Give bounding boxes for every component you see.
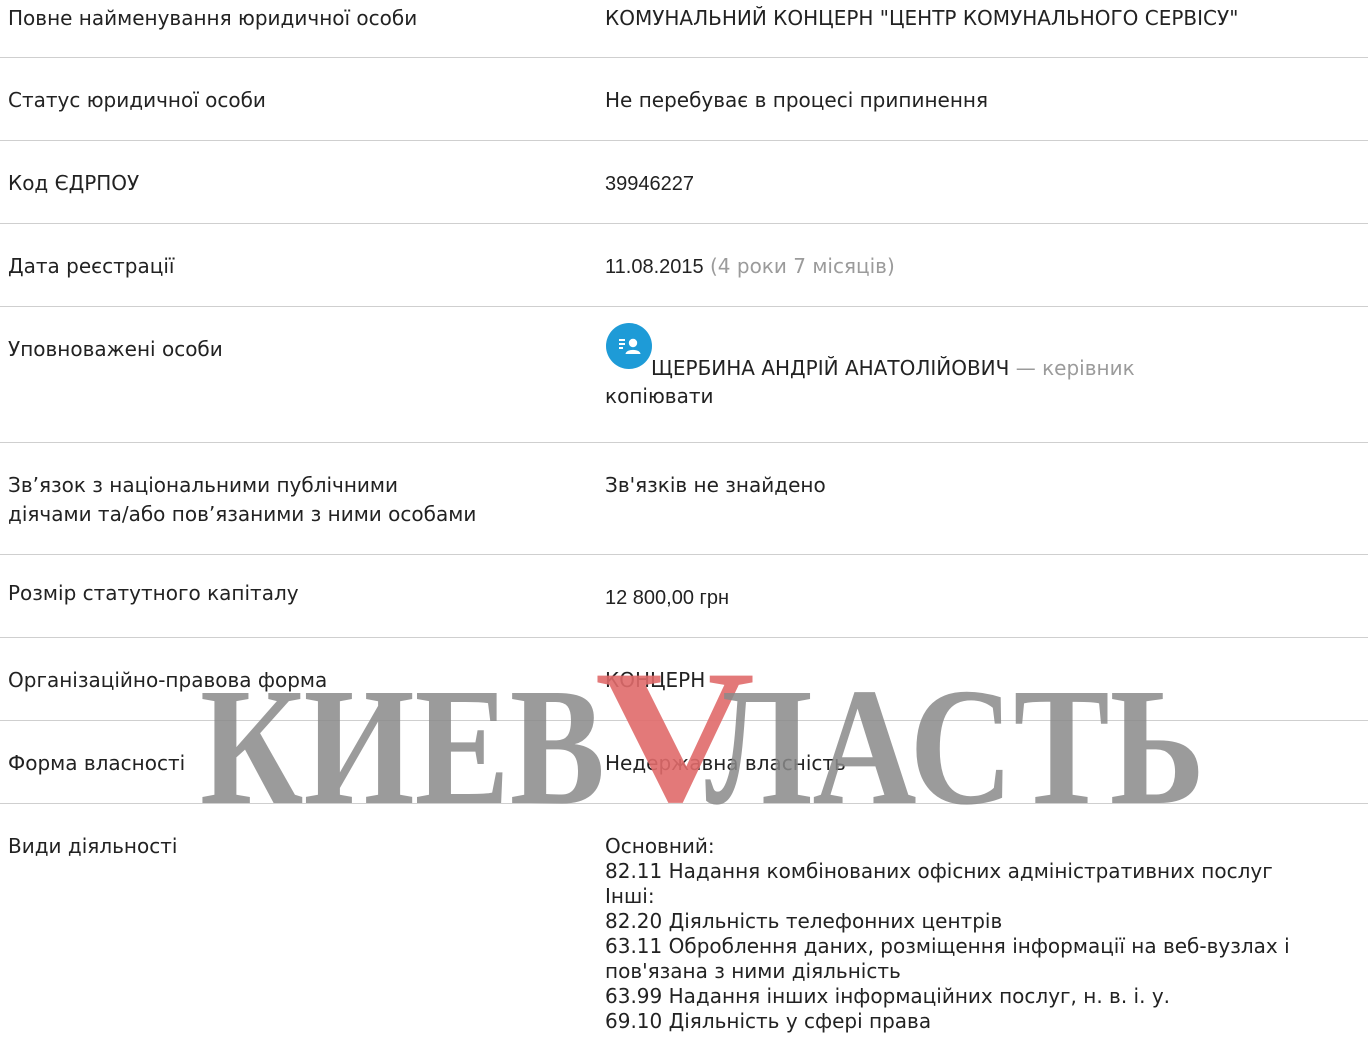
row-legal-form: Організаційно-правова форма КОНЦЕРН bbox=[0, 638, 1368, 721]
row-full-name: Повне найменування юридичної особи КОМУН… bbox=[0, 0, 1368, 58]
ownership-label: Форма власності bbox=[8, 751, 186, 775]
row-ownership: Форма власності Недержавна власність bbox=[0, 721, 1368, 804]
activities-main-title: Основний: bbox=[605, 834, 715, 858]
pep-label: Зв’язок з національними публічними діяча… bbox=[8, 471, 568, 529]
status-value: Не перебуває в процесі припинення bbox=[605, 88, 989, 112]
activities-label: Види діяльності bbox=[8, 834, 178, 858]
activity-item: 82.20 Діяльність телефонних центрів bbox=[605, 909, 1003, 933]
pep-label-line1: Зв’язок з національними публічними bbox=[8, 473, 399, 497]
reg-age: (4 роки 7 місяців) bbox=[709, 254, 895, 278]
edrpou-label: Код ЄДРПОУ bbox=[8, 171, 140, 195]
row-pep: Зв’язок з національними публічними діяча… bbox=[0, 443, 1368, 555]
legal-form-value: КОНЦЕРН bbox=[605, 668, 706, 692]
person-line: ЩЕРБИНА АНДРІЙ АНАТОЛІЙОВИЧ — керівник bbox=[651, 354, 1135, 383]
row-activities: Види діяльності Основний: 82.11 Надання … bbox=[0, 804, 1368, 1047]
status-label: Статус юридичної особи bbox=[8, 88, 266, 112]
row-edrpou: Код ЄДРПОУ 39946227 bbox=[0, 141, 1368, 224]
legal-form-label: Організаційно-правова форма bbox=[8, 668, 328, 692]
row-persons: Уповноважені особи ЩЕРБИНА АНДРІЙ АНАТОЛ… bbox=[0, 307, 1368, 443]
activity-item: 82.11 Надання комбінованих офісних адмін… bbox=[605, 859, 1273, 883]
activity-item: 63.11 Оброблення даних, розміщення інфор… bbox=[605, 934, 1290, 958]
company-details: Повне найменування юридичної особи КОМУН… bbox=[0, 0, 1368, 1047]
activity-item: 69.10 Діяльність у сфері права bbox=[605, 1009, 932, 1033]
reg-date-value: 11.08.2015 (4 роки 7 місяців) bbox=[605, 252, 1365, 282]
activity-item: пов'язана з ними діяльність bbox=[605, 959, 901, 983]
full-name-label: Повне найменування юридичної особи bbox=[8, 6, 418, 30]
reg-date-label: Дата реєстрації bbox=[8, 254, 175, 278]
person-role: — керівник bbox=[1015, 356, 1135, 380]
row-capital: Розмір статутного капіталу 12 800,00 грн bbox=[0, 555, 1368, 638]
full-name-value: КОМУНАЛЬНИЙ КОНЦЕРН "ЦЕНТР КОМУНАЛЬНОГО … bbox=[605, 6, 1239, 30]
capital-amount: 12 800,00 грн bbox=[605, 587, 729, 609]
activities-other-title: Інші: bbox=[605, 884, 655, 908]
row-reg-date: Дата реєстрації 11.08.2015 (4 роки 7 міс… bbox=[0, 224, 1368, 307]
persons-label: Уповноважені особи bbox=[8, 337, 223, 361]
edrpou-value: 39946227 bbox=[605, 169, 1365, 199]
pep-label-line2: діячами та/або пов’язаними з ними особам… bbox=[8, 502, 477, 526]
capital-value: 12 800,00 грн bbox=[605, 583, 1365, 613]
edrpou-number: 39946227 bbox=[605, 173, 694, 195]
activities-list: Основний: 82.11 Надання комбінованих офі… bbox=[605, 834, 1365, 1034]
copy-button[interactable]: копіювати bbox=[605, 382, 713, 411]
reg-date: 11.08.2015 bbox=[605, 256, 704, 278]
person-name[interactable]: ЩЕРБИНА АНДРІЙ АНАТОЛІЙОВИЧ bbox=[651, 356, 1009, 380]
person-card-icon[interactable] bbox=[606, 323, 652, 369]
row-status: Статус юридичної особи Не перебуває в пр… bbox=[0, 58, 1368, 141]
ownership-value: Недержавна власність bbox=[605, 751, 846, 775]
capital-label: Розмір статутного капіталу bbox=[8, 581, 299, 605]
activity-item: 63.99 Надання інших інформаційних послуг… bbox=[605, 984, 1171, 1008]
pep-value: Зв'язків не знайдено bbox=[605, 473, 826, 497]
